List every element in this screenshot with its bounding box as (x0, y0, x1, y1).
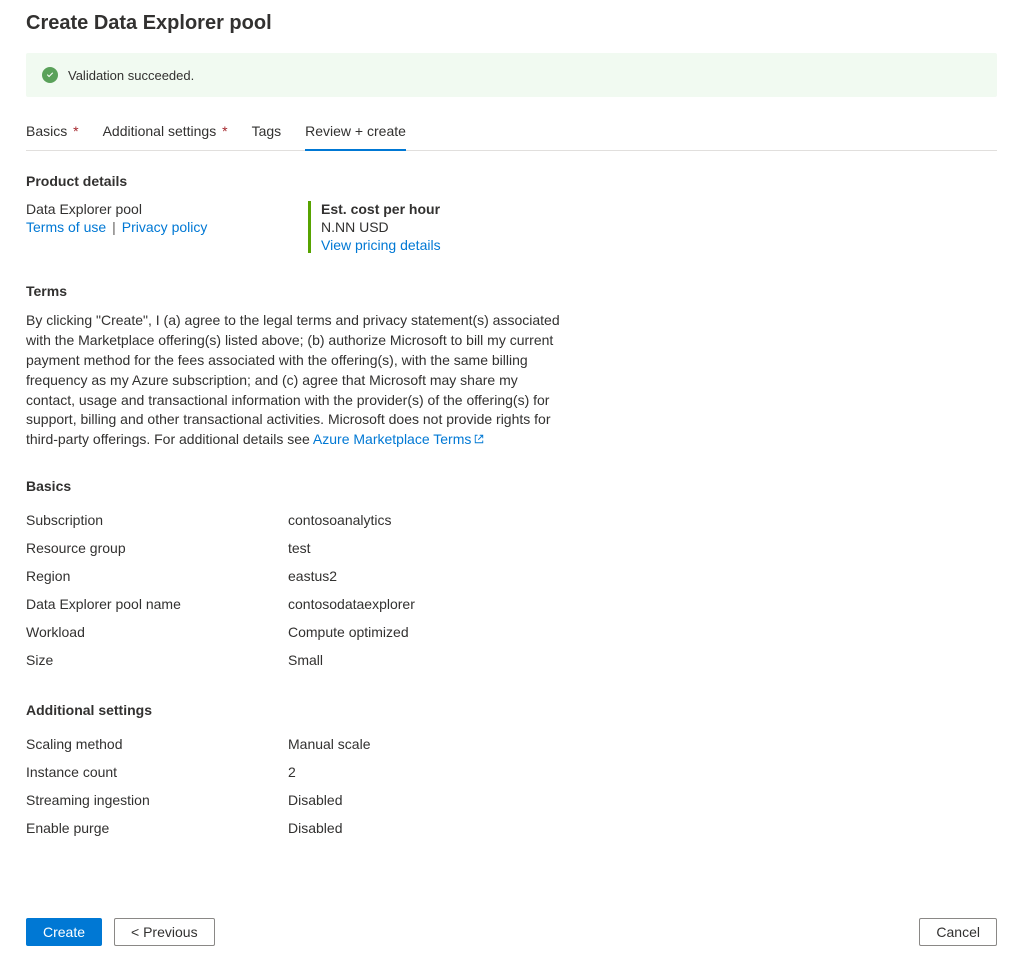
validation-message: Validation succeeded. (68, 68, 194, 83)
required-mark: * (73, 123, 78, 139)
kv-val: Manual scale (288, 736, 371, 752)
kv-key: Subscription (26, 512, 288, 528)
kv-key: Resource group (26, 540, 288, 556)
validation-banner: Validation succeeded. (26, 53, 997, 97)
create-button[interactable]: Create (26, 918, 102, 946)
kv-instance-count: Instance count2 (26, 758, 997, 786)
kv-scaling-method: Scaling methodManual scale (26, 730, 997, 758)
kv-streaming-ingestion: Streaming ingestionDisabled (26, 786, 997, 814)
previous-button[interactable]: < Previous (114, 918, 215, 946)
cancel-button[interactable]: Cancel (919, 918, 997, 946)
kv-enable-purge: Enable purgeDisabled (26, 814, 997, 842)
tab-label: Tags (252, 123, 282, 139)
kv-pool-name: Data Explorer pool namecontosodataexplor… (26, 590, 997, 618)
terms-body: By clicking "Create", I (a) agree to the… (26, 312, 560, 447)
success-icon (42, 67, 58, 83)
kv-key: Region (26, 568, 288, 584)
kv-val: test (288, 540, 311, 556)
tab-basics[interactable]: Basics * (26, 115, 79, 150)
tab-review-create[interactable]: Review + create (305, 115, 406, 151)
privacy-policy-link[interactable]: Privacy policy (122, 219, 208, 235)
kv-key: Scaling method (26, 736, 288, 752)
product-name: Data Explorer pool (26, 201, 288, 217)
kv-workload: WorkloadCompute optimized (26, 618, 997, 646)
est-cost-label: Est. cost per hour (321, 201, 441, 217)
tabs: Basics * Additional settings * Tags Revi… (26, 115, 997, 151)
kv-region: Regioneastus2 (26, 562, 997, 590)
tab-label: Additional settings (103, 123, 217, 139)
marketplace-terms-label: Azure Marketplace Terms (313, 431, 471, 447)
page-title: Create Data Explorer pool (26, 12, 997, 35)
kv-resource-group: Resource grouptest (26, 534, 997, 562)
kv-val: Compute optimized (288, 624, 409, 640)
kv-key: Streaming ingestion (26, 792, 288, 808)
tab-tags[interactable]: Tags (252, 115, 282, 150)
tab-label: Basics (26, 123, 67, 139)
kv-val: 2 (288, 764, 296, 780)
additional-settings-heading: Additional settings (26, 702, 997, 718)
kv-val: Small (288, 652, 323, 668)
separator: | (112, 219, 116, 235)
marketplace-terms-link[interactable]: Azure Marketplace Terms (313, 431, 485, 447)
tab-additional-settings[interactable]: Additional settings * (103, 115, 228, 150)
kv-subscription: Subscriptioncontosoanalytics (26, 506, 997, 534)
kv-key: Enable purge (26, 820, 288, 836)
kv-val: contosoanalytics (288, 512, 392, 528)
kv-size: SizeSmall (26, 646, 997, 674)
terms-heading: Terms (26, 283, 997, 299)
kv-key: Workload (26, 624, 288, 640)
kv-key: Data Explorer pool name (26, 596, 288, 612)
kv-val: Disabled (288, 792, 342, 808)
terms-of-use-link[interactable]: Terms of use (26, 219, 106, 235)
kv-val: eastus2 (288, 568, 337, 584)
kv-val: contosodataexplorer (288, 596, 415, 612)
required-mark: * (222, 123, 227, 139)
kv-key: Instance count (26, 764, 288, 780)
basics-heading: Basics (26, 478, 997, 494)
view-pricing-link[interactable]: View pricing details (321, 237, 441, 253)
kv-val: Disabled (288, 820, 342, 836)
footer: Create < Previous Cancel (26, 918, 997, 946)
terms-text: By clicking "Create", I (a) agree to the… (26, 311, 561, 450)
est-cost-value: N.NN USD (321, 219, 441, 235)
external-link-icon (473, 433, 485, 445)
product-details-heading: Product details (26, 173, 997, 189)
tab-label: Review + create (305, 123, 406, 139)
kv-key: Size (26, 652, 288, 668)
